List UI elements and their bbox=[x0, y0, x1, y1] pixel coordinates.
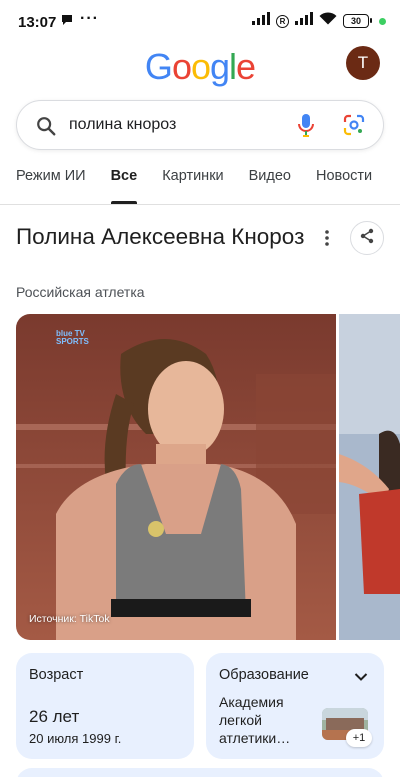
message-bubble-icon bbox=[60, 13, 74, 32]
age-card[interactable]: Возраст 26 лет 20 июля 1999 г. bbox=[16, 653, 194, 759]
logo-letter-0: G bbox=[144, 46, 173, 87]
birth-date: 20 июля 1999 г. bbox=[29, 731, 122, 746]
signal-icon bbox=[252, 12, 270, 30]
entity-photo-secondary[interactable] bbox=[339, 314, 400, 640]
age-label: Возраст bbox=[29, 667, 84, 683]
status-bar: 13:07 ··· R 30 bbox=[0, 0, 400, 44]
tabs-divider bbox=[0, 204, 400, 205]
entity-subtitle: Российская атлетка bbox=[16, 284, 145, 300]
education-card[interactable]: Образование Академия легкой атлетики… +1 bbox=[206, 653, 384, 759]
mic-icon[interactable] bbox=[297, 113, 315, 144]
battery-icon: 30 bbox=[343, 14, 372, 28]
logo-letter-2: o bbox=[190, 46, 211, 87]
logo-letter-4: l bbox=[229, 46, 237, 87]
status-more-dots: ··· bbox=[80, 10, 99, 27]
tab-all[interactable]: Все bbox=[110, 168, 137, 204]
search-tabs: Режим ИИ Все Картинки Видео Новости bbox=[16, 168, 397, 204]
google-logo[interactable]: Google bbox=[0, 46, 400, 88]
roaming-icon: R bbox=[276, 14, 289, 28]
entity-title: Полина Алексеевна Кнороз bbox=[16, 224, 305, 249]
tab-videos[interactable]: Видео bbox=[249, 168, 291, 204]
entity-photo-main[interactable] bbox=[16, 314, 336, 640]
more-count-badge: +1 bbox=[346, 729, 372, 747]
search-input[interactable]: полина кнороз bbox=[69, 116, 176, 134]
tab-ai-mode[interactable]: Режим ИИ bbox=[16, 168, 86, 204]
status-indicators: R 30 bbox=[252, 12, 386, 30]
tab-news[interactable]: Новости bbox=[316, 168, 372, 204]
more-options-icon[interactable] bbox=[320, 228, 334, 253]
privacy-indicator-dot bbox=[379, 17, 386, 25]
education-value: Академия легкой атлетики… bbox=[219, 694, 291, 746]
logo-letter-5: e bbox=[236, 46, 256, 87]
age-value: 26 лет bbox=[29, 707, 80, 726]
share-icon bbox=[359, 228, 375, 249]
education-label: Образование bbox=[219, 667, 309, 683]
tab-images[interactable]: Картинки bbox=[162, 168, 223, 204]
chevron-down-icon[interactable] bbox=[354, 669, 368, 687]
share-button[interactable] bbox=[350, 221, 384, 255]
account-avatar[interactable]: T bbox=[346, 46, 380, 80]
next-card-peek bbox=[16, 768, 384, 777]
logo-letter-1: o bbox=[171, 46, 192, 87]
broadcaster-logo: blue TV SPORTS bbox=[56, 330, 89, 346]
logo-letter-3: g bbox=[210, 46, 230, 87]
google-lens-icon[interactable] bbox=[343, 114, 365, 141]
image-source-label: Источник: TikTok bbox=[29, 613, 110, 625]
wifi-icon bbox=[319, 12, 337, 30]
signal-icon-2 bbox=[295, 12, 313, 30]
search-bar[interactable]: полина кнороз bbox=[16, 100, 384, 150]
broadcaster-logo-line2: SPORTS bbox=[56, 337, 89, 346]
search-icon bbox=[35, 115, 57, 142]
status-time: 13:07 bbox=[18, 14, 57, 31]
